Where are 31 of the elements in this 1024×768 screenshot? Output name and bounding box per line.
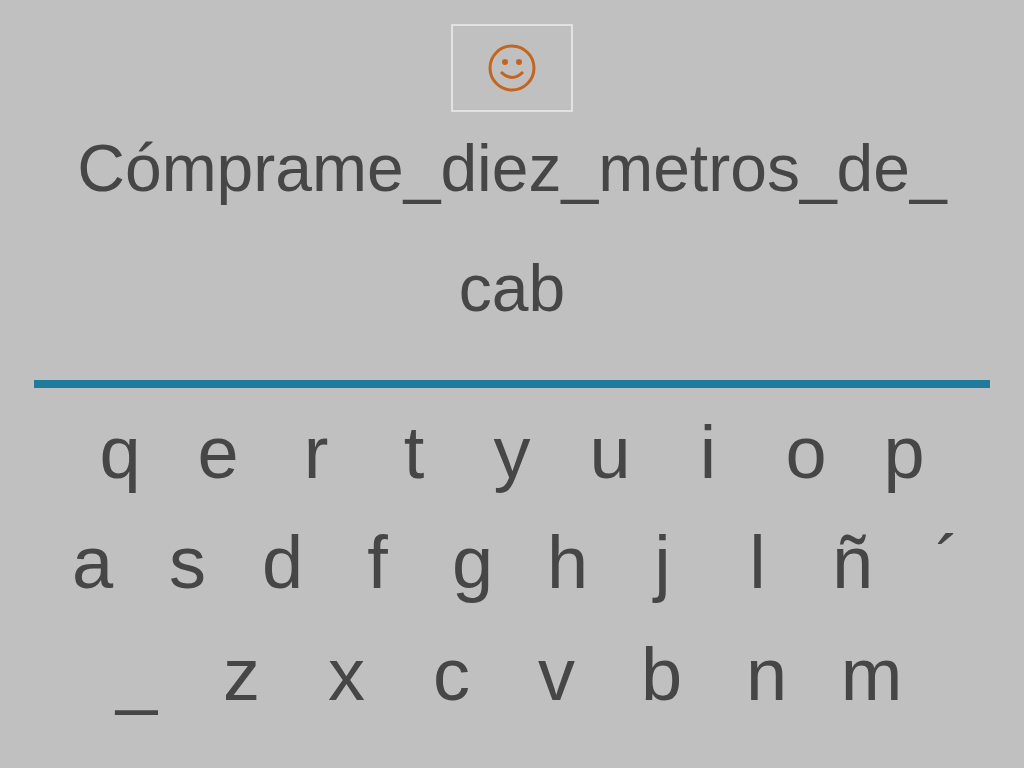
phrase-text: Cómprame_diez_metros_de_ — [77, 130, 947, 206]
letter-key[interactable]: y — [463, 408, 561, 498]
letter-key[interactable]: s — [140, 518, 235, 608]
letter-key[interactable]: n — [714, 630, 819, 720]
letter-key[interactable]: f — [330, 518, 425, 608]
letter-key[interactable]: u — [561, 408, 659, 498]
letter-key[interactable]: t — [365, 408, 463, 498]
letter-key[interactable]: d — [235, 518, 330, 608]
letter-key[interactable]: h — [520, 518, 615, 608]
letter-key[interactable]: ñ — [805, 518, 900, 608]
smiley-panel[interactable] — [451, 24, 573, 112]
letter-key[interactable]: l — [710, 518, 805, 608]
letter-key[interactable]: r — [267, 408, 365, 498]
letter-key[interactable]: v — [504, 630, 609, 720]
smiley-icon — [487, 43, 537, 93]
letter-key[interactable]: i — [659, 408, 757, 498]
letter-key[interactable]: p — [855, 408, 953, 498]
letter-key[interactable]: q — [71, 408, 169, 498]
letter-key[interactable]: a — [45, 518, 140, 608]
letter-key[interactable]: _ — [84, 630, 189, 720]
phrase-text: cab — [458, 250, 566, 326]
letter-key[interactable]: o — [757, 408, 855, 498]
letter-key[interactable]: e — [169, 408, 267, 498]
letter-key[interactable]: ´ — [900, 518, 995, 608]
letter-key[interactable]: x — [294, 630, 399, 720]
letter-key[interactable]: b — [609, 630, 714, 720]
letter-key[interactable]: m — [819, 630, 924, 720]
letter-key[interactable]: z — [189, 630, 294, 720]
letter-key[interactable]: j — [615, 518, 710, 608]
letter-key[interactable]: c — [399, 630, 504, 720]
letter-key[interactable]: g — [425, 518, 520, 608]
